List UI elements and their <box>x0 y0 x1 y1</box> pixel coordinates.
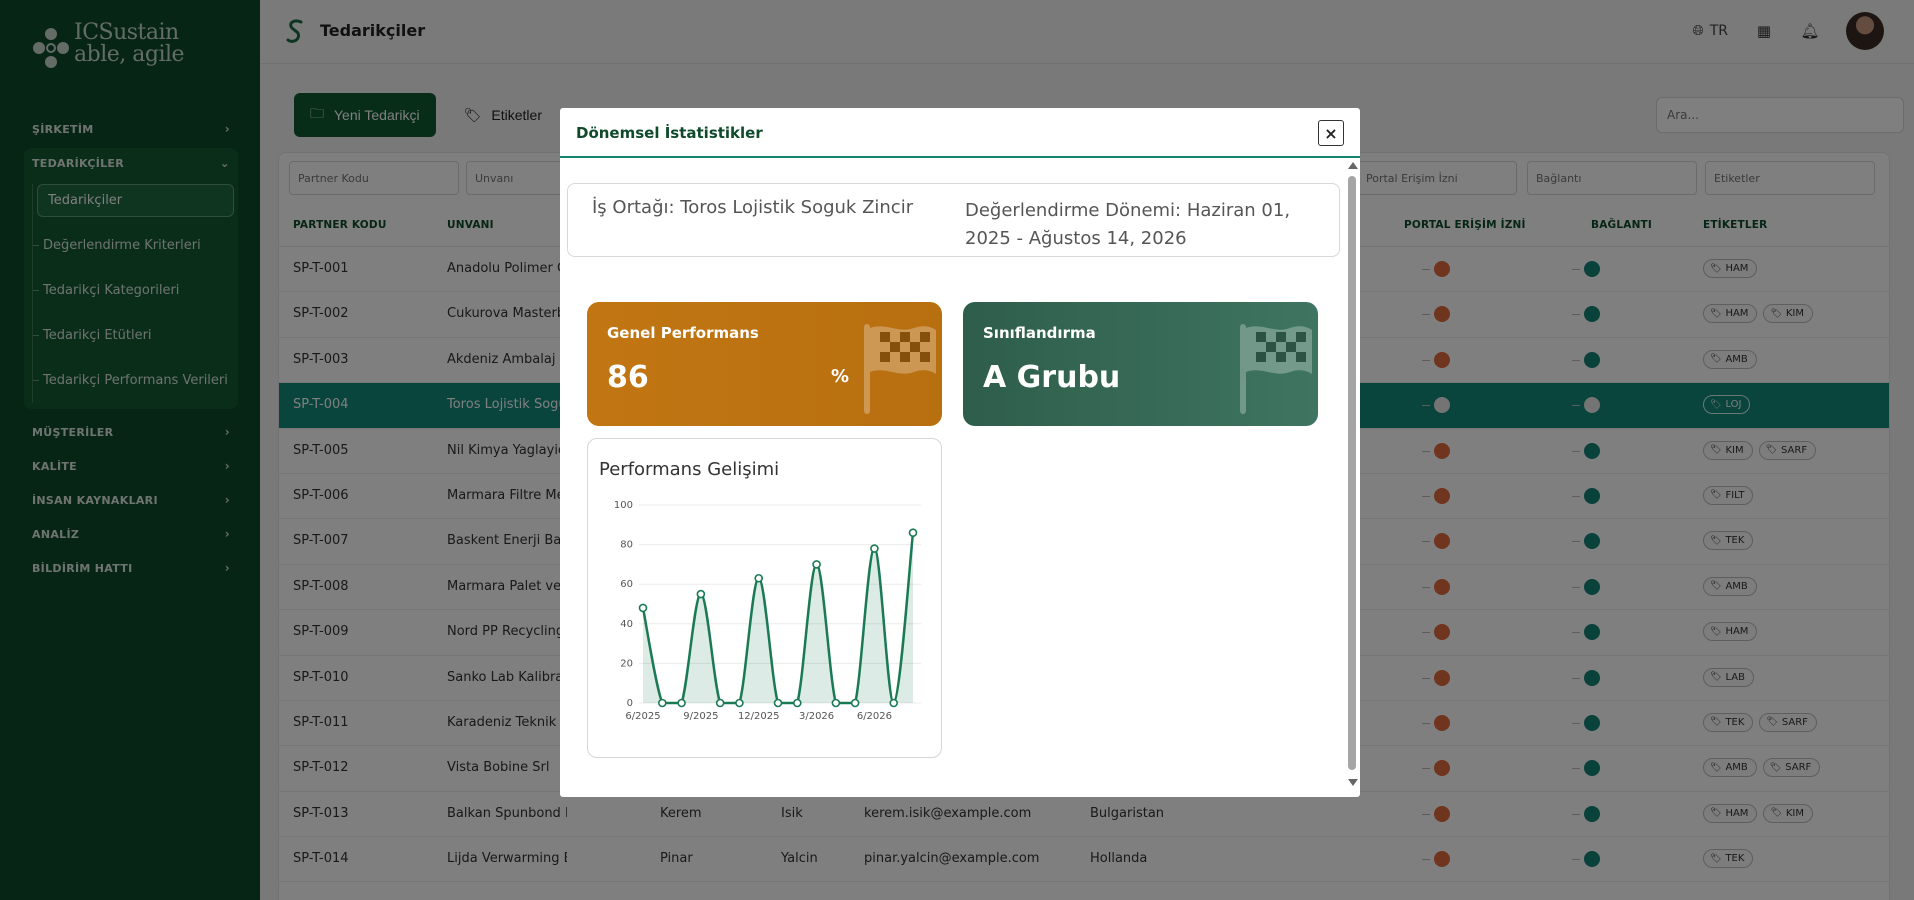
chart-point <box>850 698 860 708</box>
x-tick-label: 6/2026 <box>857 711 892 722</box>
kpi-performance-card: Genel Performans 86 % <box>587 302 942 426</box>
y-tick-label: 0 <box>627 698 633 709</box>
chart-point <box>908 528 918 538</box>
modal-header: Dönemsel İstatistikler × <box>560 108 1360 158</box>
chart-point <box>812 560 821 569</box>
modal-scrollbar[interactable] <box>1346 160 1358 790</box>
y-tick-label: 60 <box>620 579 633 590</box>
chart-point <box>638 603 648 613</box>
chart-point <box>889 698 899 708</box>
statistics-modal: Dönemsel İstatistikler × İş Ortağı: Toro… <box>560 108 1360 797</box>
kpi-performance-value: 86 <box>607 360 649 395</box>
chart-area <box>643 532 913 703</box>
performance-chart: 0 20 40 60 80 100 6/2025 9/2025 12/2025 3/2026 6/2… <box>614 500 921 722</box>
chart-point <box>715 698 725 708</box>
x-tick-label: 3/2026 <box>799 711 834 722</box>
chart-point <box>696 589 706 599</box>
performance-chart-card: Performans Gelişimi 0 20 40 60 80 100 6/2025 9/… <box>587 438 942 758</box>
modal-title: Dönemsel İstatistikler <box>576 124 763 142</box>
checkered-flag-icon <box>1240 324 1312 414</box>
kpi-class-value: A Grubu <box>983 360 1121 395</box>
y-tick-label: 40 <box>620 619 633 630</box>
chart-point <box>657 698 667 708</box>
chart-point <box>831 698 841 708</box>
kpi-performance-label: Genel Performans <box>607 324 759 342</box>
x-tick-label: 9/2025 <box>683 711 718 722</box>
kpi-class-card: Sınıflandırma A Grubu <box>963 302 1318 426</box>
x-tick-label: 12/2025 <box>738 711 780 722</box>
y-tick-label: 80 <box>620 540 633 551</box>
info-card: İş Ortağı: Toros Lojistik Soguk Zincir D… <box>567 183 1340 257</box>
x-tick-label: 6/2025 <box>625 711 660 722</box>
chart-point <box>792 698 802 708</box>
y-tick-label: 100 <box>614 500 633 511</box>
close-button[interactable]: × <box>1318 120 1344 146</box>
chart-point <box>870 544 879 553</box>
chart-title: Performans Gelişimi <box>599 459 780 480</box>
scroll-thumb[interactable] <box>1348 176 1356 770</box>
chart-point <box>735 698 744 708</box>
scroll-down-icon[interactable] <box>1348 779 1358 786</box>
period-info: Değerlendirme Dönemi: Haziran 01, 2025 -… <box>965 200 1291 249</box>
checkered-flag-icon <box>864 324 936 414</box>
kpi-class-label: Sınıflandırma <box>983 324 1096 342</box>
chart-point <box>754 573 764 583</box>
scroll-up-icon[interactable] <box>1348 162 1358 169</box>
y-tick-label: 20 <box>620 658 633 669</box>
chart-point <box>677 698 686 708</box>
kpi-performance-unit: % <box>831 366 850 387</box>
partner-info: İş Ortağı: Toros Lojistik Soguk Zincir <box>592 197 914 218</box>
chart-point <box>773 698 783 708</box>
